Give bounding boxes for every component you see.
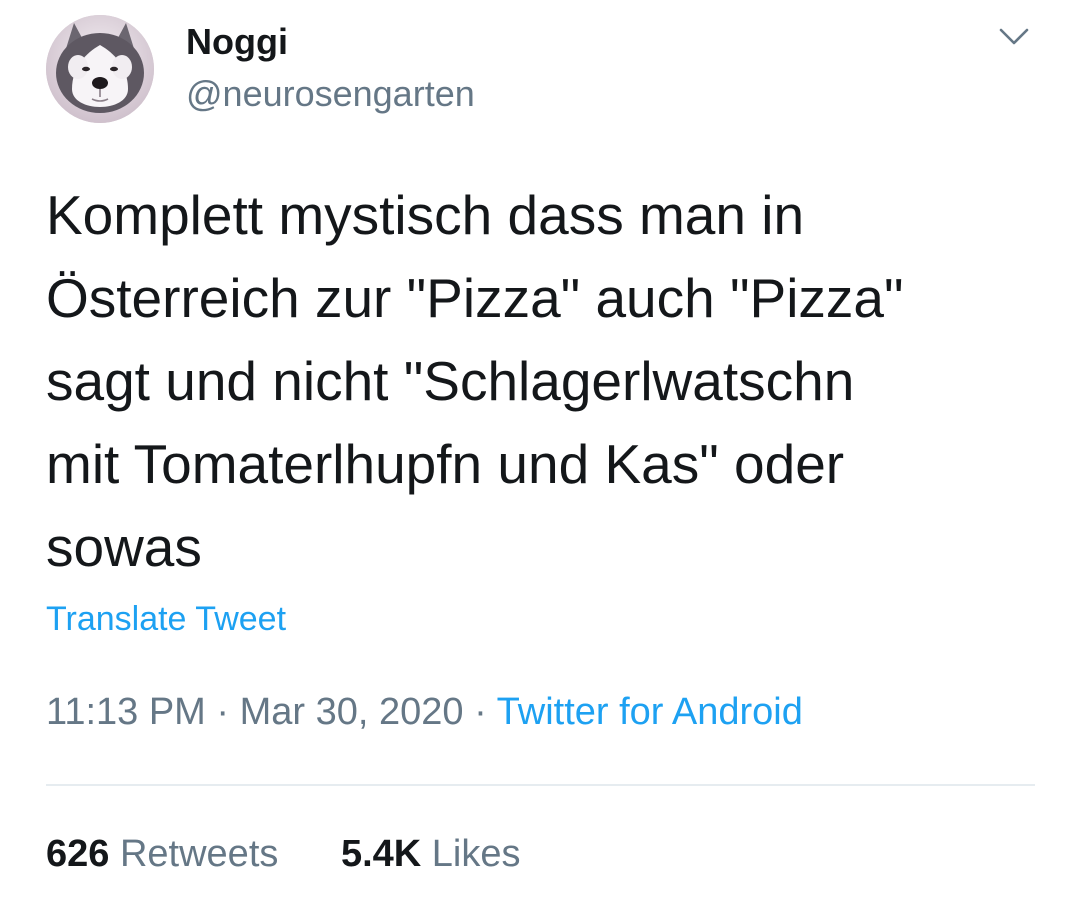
retweets-count: 626 xyxy=(46,833,110,875)
more-options-button[interactable] xyxy=(994,22,1034,52)
likes-label: Likes xyxy=(431,833,521,875)
translate-tweet-link[interactable]: Translate Tweet xyxy=(46,597,286,641)
tweet-text-line: sowas xyxy=(46,516,202,578)
avatar[interactable] xyxy=(46,15,154,123)
tweet-card: Noggi @neurosengarten Komplett mystisch … xyxy=(0,0,1080,920)
divider xyxy=(46,784,1035,786)
meta-separator: · xyxy=(474,691,487,733)
user-handle[interactable]: @neurosengarten xyxy=(186,72,475,116)
tweet-text: Komplett mystisch dass man in Österreich… xyxy=(46,174,1036,589)
tweet-date[interactable]: Mar 30, 2020 xyxy=(240,691,464,733)
likes-count: 5.4K xyxy=(340,833,422,875)
tweet-time[interactable]: 11:13 PM xyxy=(46,691,206,733)
tweet-source-link[interactable]: Twitter for Android xyxy=(497,691,803,733)
chevron-down-icon xyxy=(999,28,1029,45)
tweet-text-line: Österreich zur "Pizza" auch "Pizza" xyxy=(46,267,904,329)
tweet-stats: 626 Retweets 5.4K Likes xyxy=(46,830,521,878)
tweet-text-line: Komplett mystisch dass man in xyxy=(46,184,805,246)
display-name[interactable]: Noggi xyxy=(186,20,288,64)
meta-separator: · xyxy=(216,691,230,733)
retweets-stat[interactable]: 626 Retweets xyxy=(46,830,278,878)
tweet-text-line: mit Tomaterlhupfn und Kas" oder xyxy=(46,433,845,495)
tweet-text-line: sagt und nicht "Schlagerlwatschn xyxy=(46,350,855,412)
tweet-metadata: 11:13 PM · Mar 30, 2020 · Twitter for An… xyxy=(46,688,803,736)
likes-stat[interactable]: 5.4K Likes xyxy=(341,830,521,878)
husky-avatar-icon xyxy=(46,15,154,123)
retweets-label: Retweets xyxy=(119,833,279,875)
